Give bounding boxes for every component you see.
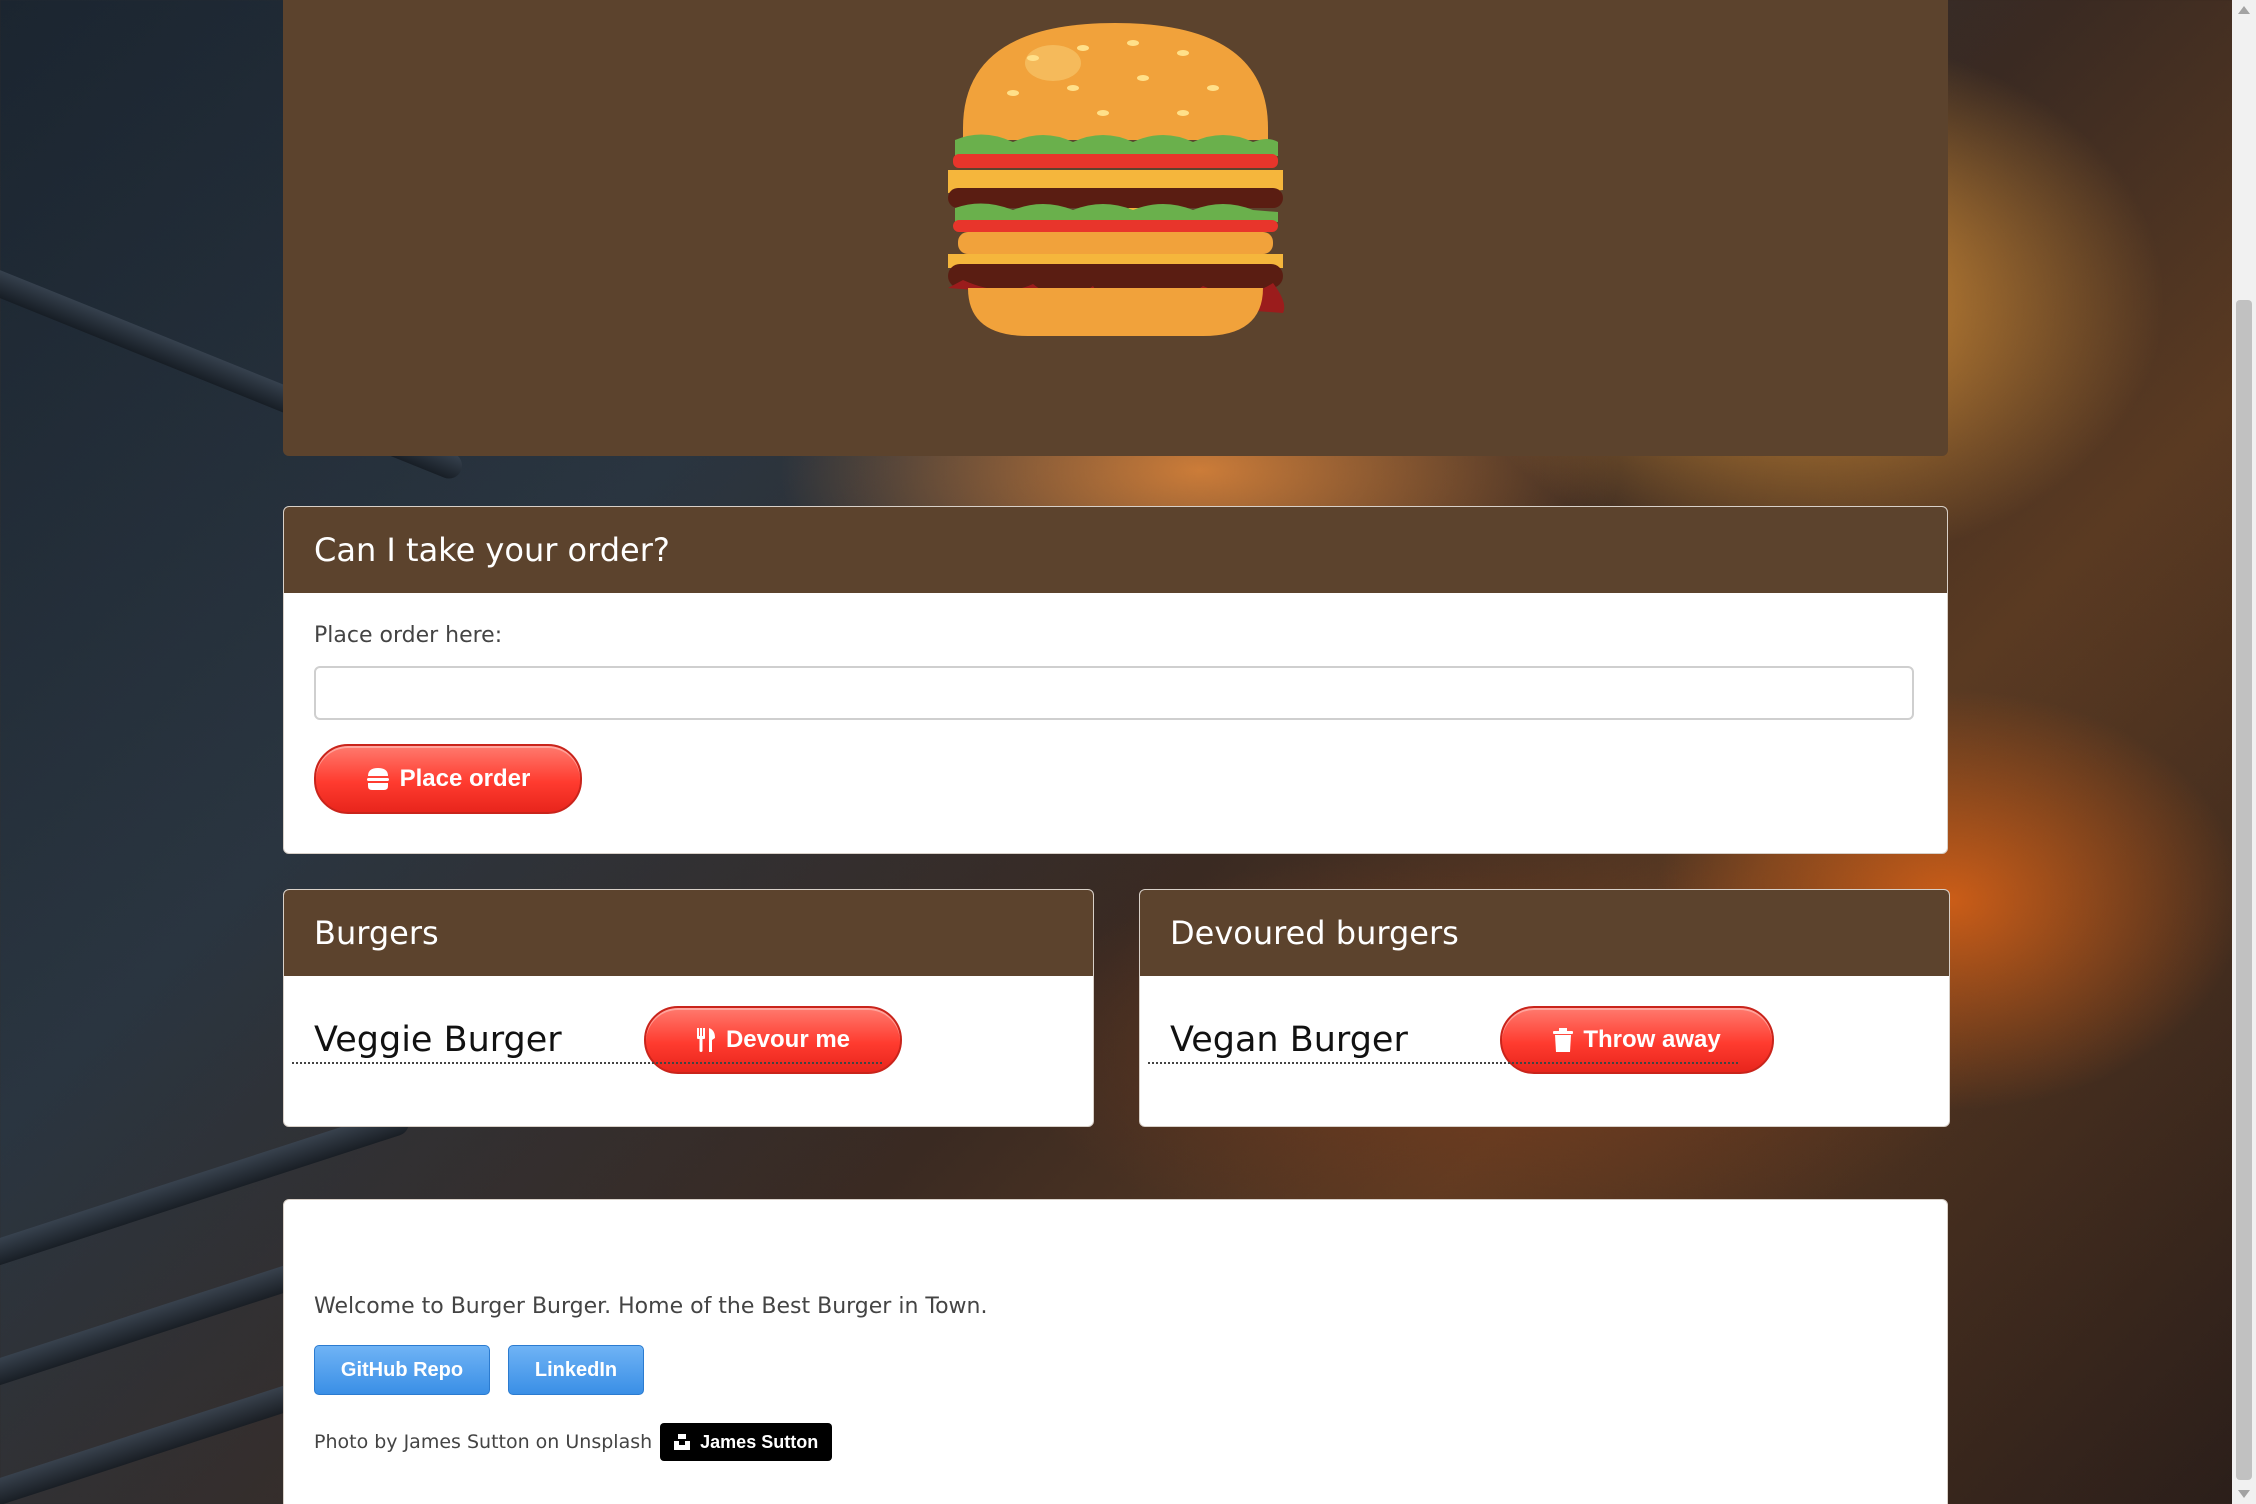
devour-label: Devour me bbox=[725, 1026, 851, 1053]
burger-name: Veggie Burger bbox=[314, 1020, 562, 1060]
order-input-label: Place order here: bbox=[314, 623, 503, 648]
divider bbox=[1148, 1062, 1738, 1064]
burger-name: Vegan Burger bbox=[1170, 1020, 1408, 1060]
order-input[interactable] bbox=[314, 666, 1914, 720]
trash-icon bbox=[1553, 1028, 1574, 1052]
divider bbox=[292, 1062, 882, 1064]
burgers-card-header: Burgers bbox=[284, 890, 1093, 976]
scrollbar-thumb[interactable] bbox=[2236, 300, 2252, 1480]
burgers-card: Burgers Veggie Burger Devour me bbox=[283, 889, 1094, 1127]
utensils-icon bbox=[696, 1028, 715, 1052]
page-scrollbar[interactable] bbox=[2232, 0, 2256, 1504]
devoured-card-header: Devoured burgers bbox=[1140, 890, 1949, 976]
unsplash-badge-label: James Sutton bbox=[700, 1431, 819, 1452]
devoured-card: Devoured burgers Vegan Burger Throw away bbox=[1139, 889, 1950, 1127]
hamburger-icon bbox=[366, 768, 389, 790]
unsplash-icon bbox=[674, 1434, 691, 1450]
order-card: Can I take your order? Place order here:… bbox=[283, 506, 1948, 854]
place-order-label: Place order bbox=[399, 765, 531, 792]
burger-logo-icon bbox=[948, 23, 1285, 336]
throw-away-label: Throw away bbox=[1583, 1026, 1721, 1053]
list-item: Vegan Burger Throw away bbox=[1140, 976, 1949, 1094]
linkedin-button[interactable]: LinkedIn bbox=[508, 1345, 644, 1395]
scroll-up-icon[interactable] bbox=[2238, 6, 2250, 14]
place-order-button[interactable]: Place order bbox=[314, 744, 582, 814]
scroll-down-icon[interactable] bbox=[2238, 1490, 2250, 1498]
list-item: Veggie Burger Devour me bbox=[284, 976, 1093, 1094]
order-card-header: Can I take your order? bbox=[284, 507, 1947, 593]
photo-credit-text: Photo by James Sutton on Unsplash bbox=[314, 1431, 653, 1453]
hero-banner bbox=[283, 0, 1948, 456]
unsplash-badge[interactable]: James Sutton bbox=[660, 1423, 833, 1461]
footer-card: Welcome to Burger Burger. Home of the Be… bbox=[283, 1199, 1948, 1504]
github-repo-button[interactable]: GitHub Repo bbox=[314, 1345, 490, 1395]
welcome-text: Welcome to Burger Burger. Home of the Be… bbox=[314, 1294, 988, 1319]
